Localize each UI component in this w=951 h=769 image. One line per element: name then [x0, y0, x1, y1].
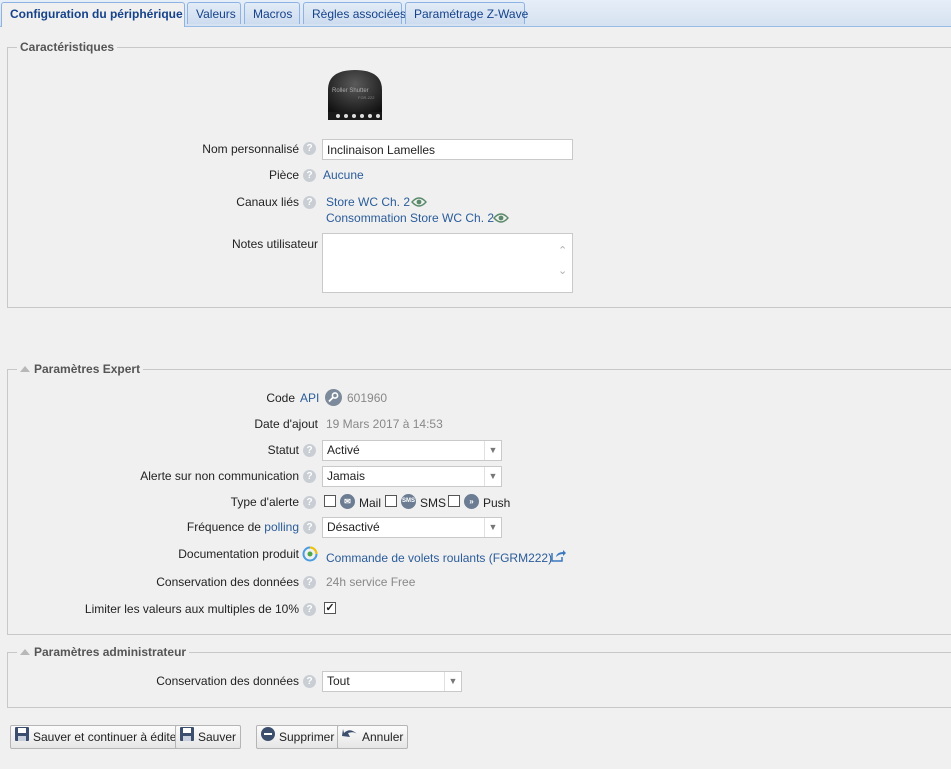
- date-added-value: 19 Mars 2017 à 14:53: [326, 417, 443, 431]
- admin-section: Paramètres administrateur: [7, 645, 951, 708]
- key-icon: [325, 389, 342, 406]
- date-added-label: Date d'ajout: [254, 417, 318, 431]
- tab-values[interactable]: Valeurs: [187, 2, 241, 24]
- help-icon[interactable]: ?: [303, 169, 316, 182]
- tab-device-configuration[interactable]: Configuration du périphérique: [1, 2, 185, 27]
- help-icon[interactable]: ?: [303, 196, 316, 209]
- cancel-button[interactable]: Annuler: [337, 725, 409, 749]
- undo-icon: [341, 726, 359, 749]
- product-documentation-link[interactable]: Commande de volets roulants (FGRM222): [326, 551, 552, 565]
- room-link[interactable]: Aucune: [323, 168, 364, 182]
- api-link[interactable]: API: [300, 391, 319, 405]
- tab-associated-rules[interactable]: Règles associées: [303, 2, 406, 24]
- tab-zwave-settings[interactable]: Paramétrage Z-Wave: [405, 2, 528, 24]
- chevron-down-icon: ▼: [444, 672, 461, 691]
- chevron-down-icon: ▼: [484, 518, 501, 537]
- linked-channel-link[interactable]: Store WC Ch. 2: [326, 195, 410, 209]
- expert-section: Paramètres Expert: [7, 362, 951, 635]
- collapse-icon[interactable]: [20, 366, 30, 372]
- custom-name-input[interactable]: [322, 139, 573, 160]
- alert-push-checkbox[interactable]: [448, 495, 460, 507]
- admin-data-retention-label: Conservation des données: [156, 674, 299, 688]
- help-icon[interactable]: ?: [303, 444, 316, 457]
- alert-type-label: Type d'alerte: [230, 495, 299, 509]
- characteristics-legend: Caractéristiques: [20, 40, 115, 54]
- help-icon[interactable]: ?: [303, 142, 316, 155]
- collapse-icon[interactable]: [20, 649, 30, 655]
- linked-channels-label: Canaux liés: [236, 195, 299, 209]
- api-code-value: 601960: [347, 391, 388, 405]
- limit-multiples-checkbox[interactable]: ✓: [324, 602, 336, 614]
- admin-legend: Paramètres administrateur: [34, 645, 187, 659]
- tab-macros[interactable]: Macros: [244, 2, 300, 24]
- alert-mail-label: Mail: [359, 496, 382, 510]
- product-documentation-label: Documentation produit: [178, 547, 299, 561]
- help-icon[interactable]: ?: [303, 521, 316, 534]
- floppy-icon: [14, 726, 30, 749]
- user-notes-textarea[interactable]: ⌃ ⌄: [322, 233, 573, 293]
- tab-bar: Configuration du périphérique Valeurs Ma…: [0, 0, 951, 27]
- user-notes-label: Notes utilisateur: [231, 237, 318, 251]
- push-icon: »: [464, 494, 479, 509]
- mail-icon: ✉: [340, 494, 355, 509]
- eye-icon[interactable]: [411, 196, 427, 211]
- linked-channel-link[interactable]: Consommation Store WC Ch. 2: [326, 211, 494, 225]
- status-label: Statut: [267, 443, 299, 457]
- no-communication-alert-label: Alerte sur non communication: [140, 469, 299, 483]
- admin-data-retention-select[interactable]: Tout ▼: [322, 671, 462, 692]
- save-and-continue-button[interactable]: Sauver et continuer à éditer: [10, 725, 186, 749]
- room-label: Pièce: [268, 168, 299, 182]
- device-image-label: Roller Shutter: [332, 88, 369, 94]
- textarea-scrollbar[interactable]: ⌃ ⌄: [555, 234, 572, 292]
- scroll-down-icon[interactable]: ⌄: [558, 264, 567, 277]
- alert-push-label: Push: [483, 496, 511, 510]
- help-icon[interactable]: ?: [303, 603, 316, 616]
- polling-frequency-label: Fréquence de polling: [186, 520, 299, 534]
- api-code-label: Code: [266, 391, 295, 405]
- delete-button[interactable]: Supprimer: [256, 725, 340, 749]
- minus-circle-icon: [260, 726, 276, 749]
- alert-sms-checkbox[interactable]: [385, 495, 397, 507]
- help-icon[interactable]: ?: [303, 496, 316, 509]
- eye-icon[interactable]: [493, 212, 509, 227]
- external-link-icon[interactable]: [551, 549, 566, 565]
- status-select[interactable]: Activé ▼: [322, 440, 502, 461]
- scroll-up-icon[interactable]: ⌃: [558, 244, 567, 257]
- save-button[interactable]: Sauver: [175, 725, 242, 749]
- chevron-down-icon: ▼: [484, 467, 501, 486]
- limit-multiples-label: Limiter les valeurs aux multiples de 10%: [84, 602, 299, 616]
- documentation-icon: [302, 546, 318, 565]
- device-image: Roller Shutter FGR-222: [324, 68, 386, 122]
- alert-mail-checkbox[interactable]: [324, 495, 336, 507]
- floppy-icon: [179, 726, 195, 749]
- chevron-down-icon: ▼: [484, 441, 501, 460]
- polling-link[interactable]: polling: [264, 520, 299, 534]
- data-retention-value: 24h service Free: [326, 575, 416, 589]
- help-icon[interactable]: ?: [303, 576, 316, 589]
- polling-frequency-select[interactable]: Désactivé ▼: [322, 517, 502, 538]
- no-communication-alert-select[interactable]: Jamais ▼: [322, 466, 502, 487]
- data-retention-label: Conservation des données: [156, 575, 299, 589]
- help-icon[interactable]: ?: [303, 470, 316, 483]
- name-label: Nom personnalisé: [202, 142, 299, 156]
- device-image-sublabel: FGR-222: [358, 95, 375, 100]
- help-icon[interactable]: ?: [303, 675, 316, 688]
- sms-icon: SMS: [401, 494, 416, 509]
- alert-sms-label: SMS: [420, 496, 447, 510]
- expert-legend: Paramètres Expert: [34, 362, 141, 376]
